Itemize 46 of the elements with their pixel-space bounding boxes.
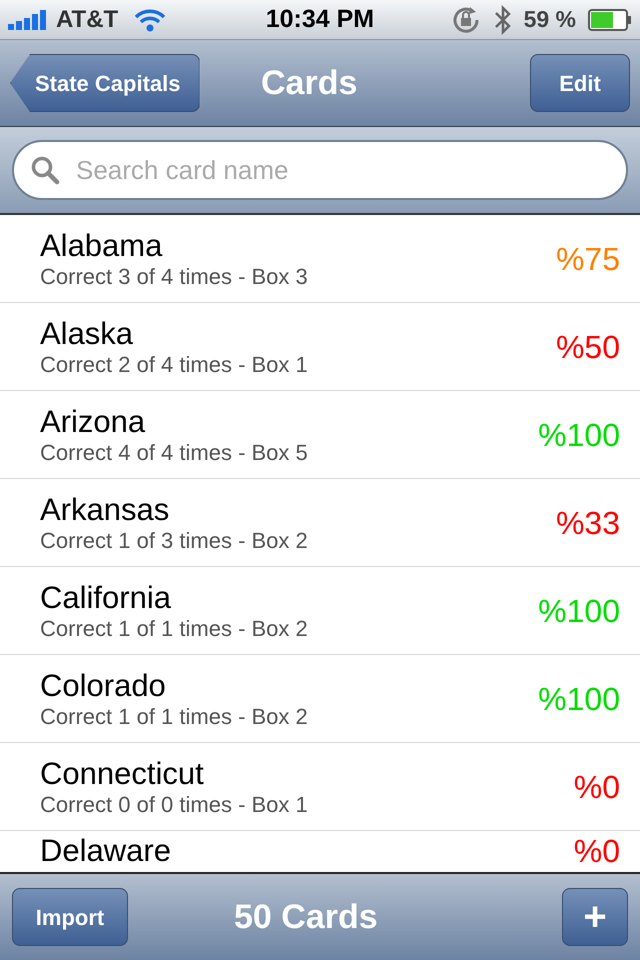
search-field[interactable]: Search card name: [12, 140, 628, 200]
card-row[interactable]: California Correct 1 of 1 times - Box 2 %100: [0, 567, 640, 655]
bluetooth-icon: [494, 4, 512, 36]
score-percent: %100: [538, 680, 620, 716]
carrier-name: AT&T: [56, 4, 118, 34]
card-detail: Correct 1 of 3 times - Box 2: [40, 528, 308, 554]
card-detail: Correct 2 of 4 times - Box 1: [40, 352, 308, 378]
nav-title: Cards: [261, 62, 358, 104]
card-row[interactable]: Arkansas Correct 1 of 3 times - Box 2 %33: [0, 479, 640, 567]
card-name: Colorado: [40, 668, 167, 704]
card-row[interactable]: Alabama Correct 3 of 4 times - Box 3 %75: [0, 215, 640, 303]
edit-button[interactable]: Edit: [530, 54, 630, 112]
card-row[interactable]: Connecticut Correct 0 of 0 times - Box 1 %0: [0, 743, 640, 831]
card-count: 50 Cards: [234, 896, 378, 938]
signal-icon: [8, 10, 48, 30]
clock-time: 10:34 PM: [266, 4, 374, 35]
import-button[interactable]: Import: [12, 888, 128, 946]
add-button[interactable]: +: [562, 888, 628, 946]
score-percent: %100: [538, 416, 620, 452]
score-percent: %33: [556, 504, 620, 540]
card-row[interactable]: Alaska Correct 2 of 4 times - Box 1 %50: [0, 303, 640, 391]
card-row[interactable]: Arizona Correct 4 of 4 times - Box 5 %100: [0, 391, 640, 479]
card-detail: Correct 3 of 4 times - Box 3: [40, 264, 308, 290]
card-name: Connecticut: [40, 756, 205, 792]
score-percent: %50: [556, 328, 620, 364]
battery-icon: [588, 8, 632, 30]
score-percent: %0: [574, 833, 620, 869]
card-row[interactable]: Colorado Correct 1 of 1 times - Box 2 %100: [0, 655, 640, 743]
card-name: Alaska: [40, 316, 134, 352]
score-percent: %0: [574, 768, 620, 804]
back-button[interactable]: State Capitals: [10, 54, 200, 112]
card-detail: Correct 1 of 1 times - Box 2: [40, 704, 308, 730]
card-row[interactable]: Delaware %0: [0, 831, 640, 872]
score-percent: %100: [538, 592, 620, 628]
battery-percent: 59 %: [524, 5, 576, 34]
card-name: Arkansas: [40, 492, 170, 528]
wifi-icon: [134, 8, 166, 32]
card-name: Arizona: [40, 404, 146, 440]
card-name: California: [40, 580, 172, 616]
card-detail: Correct 4 of 4 times - Box 5: [40, 440, 308, 466]
score-percent: %75: [556, 240, 620, 276]
card-detail: Correct 0 of 0 times - Box 1: [40, 792, 308, 818]
card-detail: Correct 1 of 1 times - Box 2: [40, 616, 308, 642]
card-name: Delaware: [40, 833, 171, 869]
search-icon: [30, 155, 60, 185]
card-name: Alabama: [40, 228, 164, 264]
